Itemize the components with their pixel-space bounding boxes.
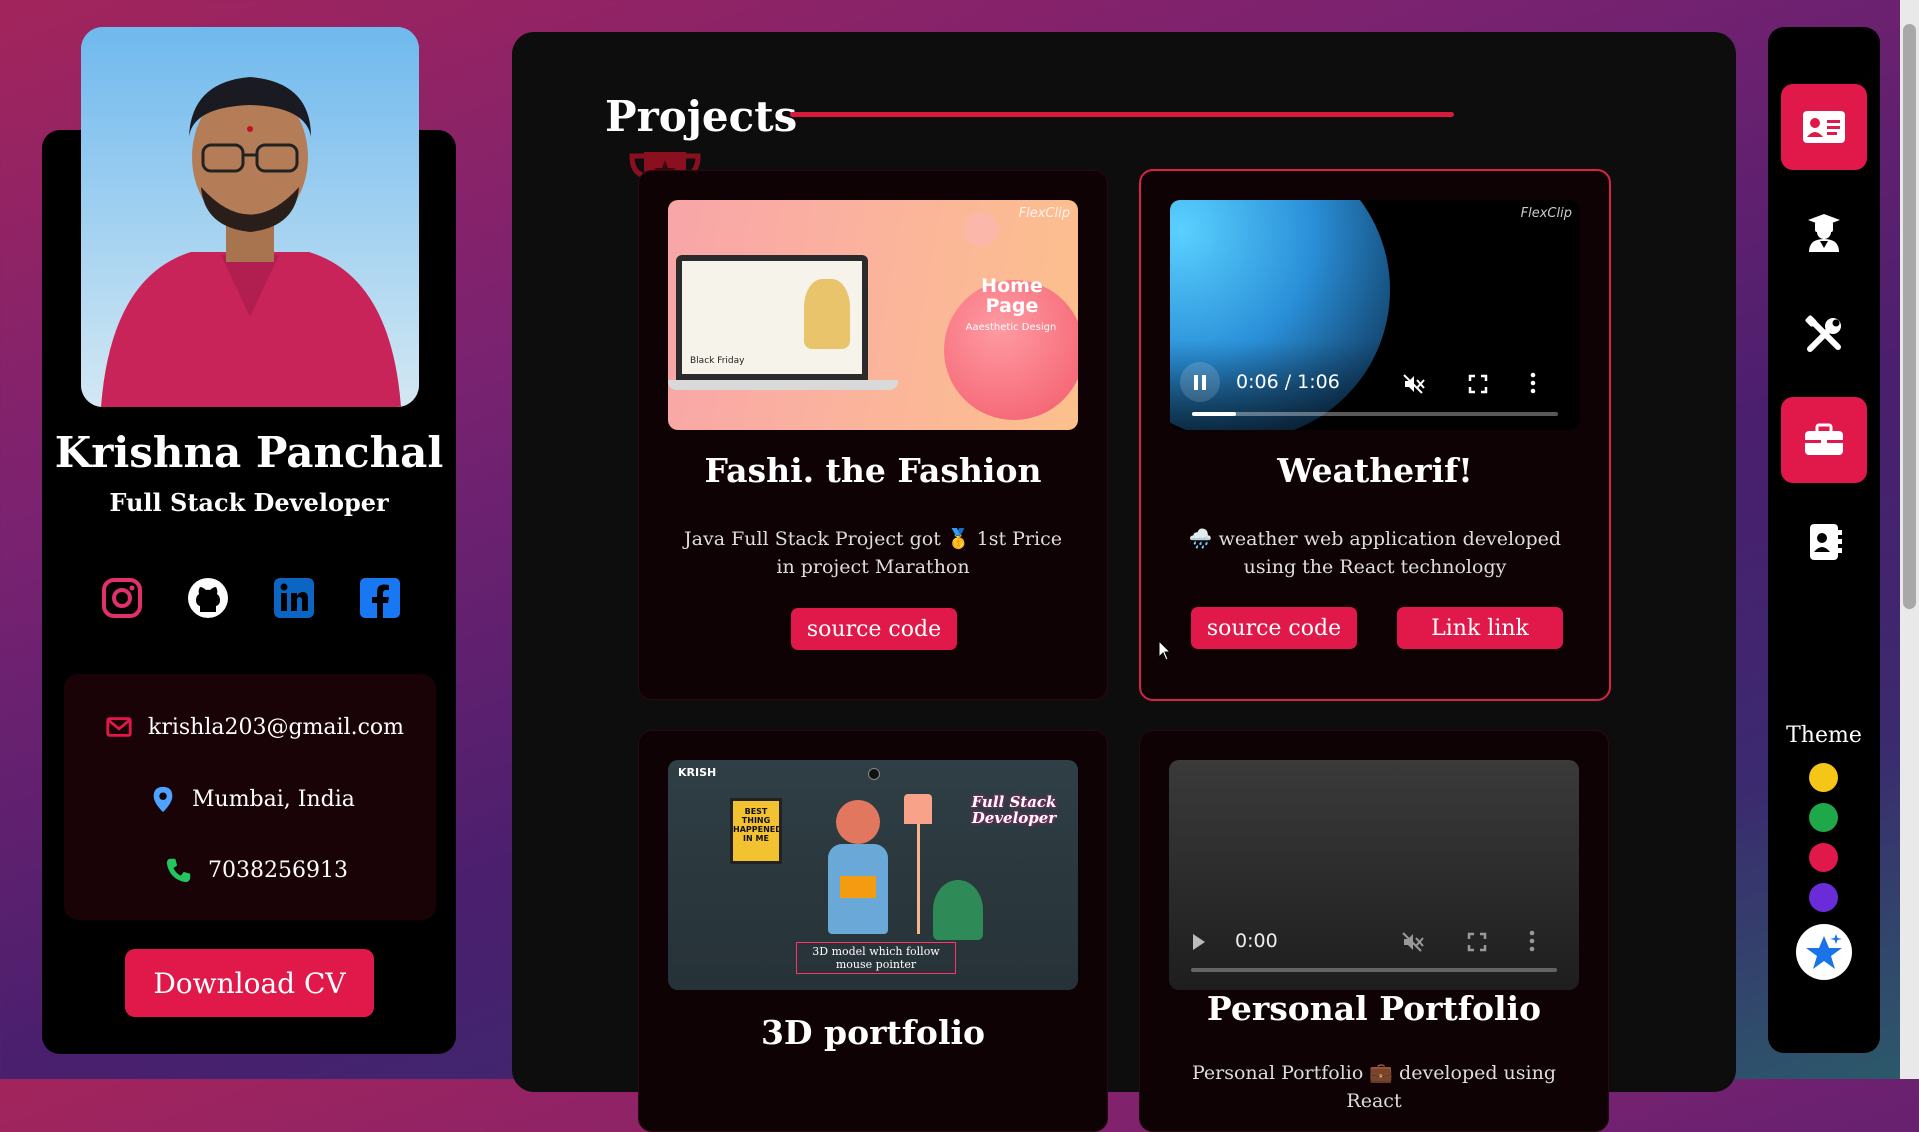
email-row[interactable]: krishla203@gmail.com <box>104 712 404 742</box>
project-video[interactable]: FlexClip 0:06 / 1:06 <box>1170 200 1580 430</box>
project-title: Weatherif! <box>1277 451 1473 490</box>
email-text: krishla203@gmail.com <box>148 714 405 740</box>
theme-label: Theme <box>1786 723 1862 748</box>
video-controls: 0:06 / 1:06 <box>1170 340 1580 430</box>
video-progress-fill <box>1192 412 1236 416</box>
briefcase-icon <box>1805 423 1843 455</box>
favorite-star-button[interactable] <box>1796 924 1852 980</box>
plant <box>933 880 983 940</box>
profile-photo <box>81 27 419 407</box>
source-code-button[interactable]: source code <box>791 608 957 650</box>
facebook-icon[interactable] <box>358 576 402 620</box>
social-links <box>100 576 400 624</box>
nav-education-button[interactable] <box>1781 189 1867 275</box>
linkedin-icon[interactable] <box>272 576 316 620</box>
laptop-badge: Black Friday <box>690 356 745 366</box>
phone-row[interactable]: 7038256913 <box>164 855 348 885</box>
nav-projects-button[interactable] <box>1781 397 1867 483</box>
download-cv-button[interactable]: Download CV <box>125 949 374 1017</box>
project-thumbnail[interactable]: FlexClip Black Friday Home Page Aaesthet… <box>668 200 1078 430</box>
phone-text: 7038256913 <box>208 857 348 883</box>
project-thumbnail[interactable]: KRISH BEST THING HAPPENED IN ME Full Sta… <box>668 760 1078 990</box>
project-video[interactable]: 0:00 <box>1169 760 1579 990</box>
project-card: 0:00 Personal Portfolio Personal Portfol… <box>1139 730 1609 1132</box>
theme-green-button[interactable] <box>1809 803 1838 832</box>
id-card-icon <box>1803 111 1845 143</box>
video-controls: 0:00 <box>1169 900 1579 990</box>
github-icon[interactable] <box>186 576 230 620</box>
video-time: 0:06 / 1:06 <box>1236 371 1340 393</box>
more-options-icon[interactable] <box>1530 372 1536 398</box>
nav-skills-button[interactable] <box>1781 292 1867 378</box>
source-code-button[interactable]: source code <box>1191 607 1357 649</box>
theme-purple-button[interactable] <box>1809 883 1838 912</box>
thumb-brand: KRISH <box>678 766 717 779</box>
section-title: Projects <box>605 92 798 141</box>
project-title: 3D portfolio <box>760 1013 986 1052</box>
project-card: FlexClip 0:06 / 1:06 Weatherif! 🌧️ weath… <box>1139 169 1611 701</box>
fullscreen-icon[interactable] <box>1467 932 1487 956</box>
lamp <box>904 794 932 824</box>
project-description: Java Full Stack Project got 🥇 1st Price … <box>684 528 1062 578</box>
pause-icon[interactable] <box>1180 362 1220 402</box>
scrollbar-thumb[interactable] <box>1903 24 1916 609</box>
thumb-caption: 3D model which follow mouse pointer <box>796 942 956 974</box>
live-link-button[interactable]: Link link <box>1397 607 1563 649</box>
project-card: FlexClip Black Friday Home Page Aaesthet… <box>638 170 1108 700</box>
video-progress-track[interactable] <box>1191 968 1557 972</box>
title-underline <box>790 112 1454 117</box>
watermark: FlexClip <box>1018 206 1070 221</box>
project-description: 🌧️ weather web application developed usi… <box>1188 528 1562 578</box>
profile-name: Krishna Panchal <box>54 428 444 477</box>
nav-about-button[interactable] <box>1781 84 1867 170</box>
mute-icon[interactable] <box>1402 372 1426 400</box>
thumb-subheading: Aaesthetic Design <box>965 322 1057 333</box>
laptop-screen: Black Friday <box>676 255 868 380</box>
watermark: FlexClip <box>1520 206 1572 221</box>
video-progress-track[interactable] <box>1192 412 1558 416</box>
laptop-base <box>668 380 898 390</box>
location-pin-icon <box>148 784 178 814</box>
location-text: Mumbai, India <box>192 786 355 812</box>
more-options-icon[interactable] <box>1529 930 1535 956</box>
video-time: 0:00 <box>1235 930 1278 952</box>
location-row: Mumbai, India <box>148 784 355 814</box>
project-title: Fashi. the Fashion <box>704 451 1042 490</box>
thumb-heading: Home Page <box>981 275 1043 317</box>
mail-icon <box>104 712 134 742</box>
instagram-icon[interactable] <box>100 576 144 620</box>
theme-red-button[interactable] <box>1809 843 1838 872</box>
theme-yellow-button[interactable] <box>1809 763 1838 792</box>
project-title: Personal Portfolio <box>1206 989 1542 1028</box>
mouse-cursor-icon <box>1158 640 1172 661</box>
profile-role: Full Stack Developer <box>109 488 389 517</box>
phone-icon <box>164 855 194 885</box>
fullscreen-icon[interactable] <box>1468 374 1488 398</box>
play-icon[interactable] <box>1191 932 1207 956</box>
nav-contact-button[interactable] <box>1781 499 1867 585</box>
tools-icon <box>1805 315 1841 352</box>
mute-icon[interactable] <box>1401 930 1425 958</box>
contact-card-icon <box>1810 524 1842 560</box>
sparkle-star-icon <box>1806 934 1842 969</box>
project-card: KRISH BEST THING HAPPENED IN ME Full Sta… <box>638 730 1108 1132</box>
thumb-poster: BEST THING HAPPENED IN ME <box>730 798 782 864</box>
project-description: Personal Portfolio 💼 developed using Rea… <box>1191 1062 1557 1112</box>
thumb-script: Full Stack Developer <box>971 793 1057 827</box>
graduate-icon <box>1808 214 1840 252</box>
